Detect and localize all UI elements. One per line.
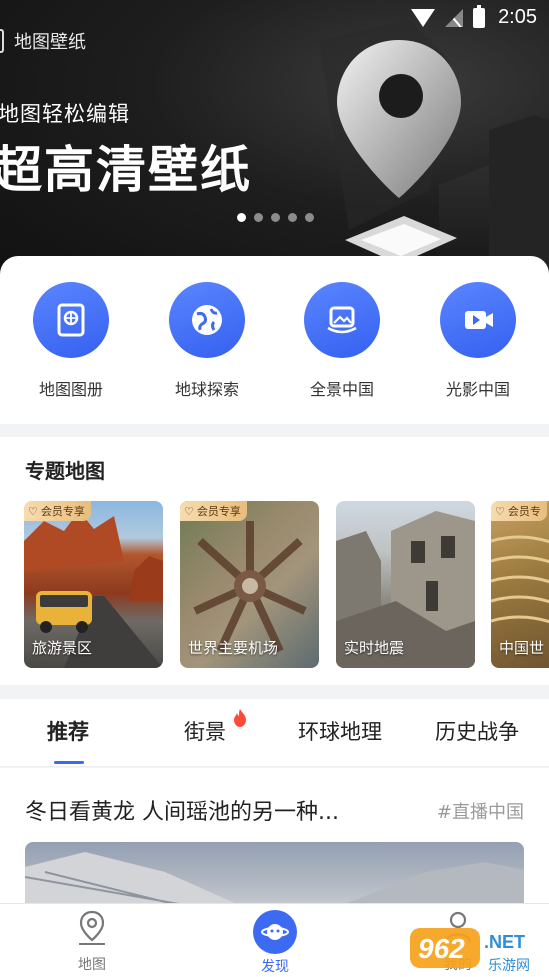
vip-badge: ♡ 会员专享: [24, 501, 91, 521]
quick-entry-grid: 地图图册 地球探索 全景中国 光影中国: [0, 256, 549, 424]
topic-card-realtime-earthquake[interactable]: 实时地震: [336, 501, 475, 668]
tab-recommend[interactable]: 推荐: [47, 716, 89, 746]
carousel-dot[interactable]: [305, 213, 314, 222]
topic-card-china-world[interactable]: ♡ 会员专 中国世: [491, 501, 549, 668]
card-label: 实时地震: [344, 639, 405, 657]
topic-maps-section: 专题地图 ♡ 会员专享 旅游景区 ♡ 会员专享 世界主要机场 实时地震 ♡ 会员…: [0, 437, 549, 685]
nav-map[interactable]: 地图: [52, 908, 132, 974]
feed-cover-image[interactable]: [25, 842, 524, 912]
feed-tag[interactable]: #直播中国: [437, 798, 524, 824]
card-label: 中国世: [499, 639, 545, 657]
topic-card-world-airports[interactable]: ♡ 会员专享 世界主要机场: [180, 501, 319, 668]
carousel-dots[interactable]: [237, 213, 314, 222]
category-tabs: 推荐 街景 环球地理 历史战争: [0, 699, 549, 767]
quick-entry-label: 地图图册: [38, 380, 103, 399]
hot-flame-icon: [234, 709, 246, 727]
tab-street-view[interactable]: 街景: [184, 716, 226, 746]
diamond-icon: ♡: [495, 504, 505, 518]
card-label: 世界主要机场: [188, 639, 279, 657]
quick-entry-panorama-china[interactable]: 全景中国: [292, 282, 392, 400]
discover-planet-icon: [253, 910, 297, 954]
carousel-dot[interactable]: [254, 213, 263, 222]
topic-card-carousel[interactable]: ♡ 会员专享 旅游景区 ♡ 会员专享 世界主要机场 实时地震 ♡ 会员专 中国世: [24, 501, 549, 669]
tab-history-war[interactable]: 历史战争: [435, 716, 519, 746]
carousel-dot[interactable]: [237, 213, 246, 222]
album-icon: [33, 282, 109, 358]
panorama-icon: [304, 282, 380, 358]
topic-card-tourist-scenic[interactable]: ♡ 会员专享 旅游景区: [24, 501, 163, 668]
brand-name: 地图壁纸: [14, 32, 86, 53]
carousel-dot[interactable]: [288, 213, 297, 222]
feed-item[interactable]: 冬日看黄龙 人间瑶池的另一种... #直播中国: [0, 768, 549, 912]
globe-icon: [169, 282, 245, 358]
banner-subtitle: 地图轻松编辑: [0, 102, 130, 126]
tab-global-geography[interactable]: 环球地理: [298, 716, 382, 746]
nav-discover[interactable]: 发现: [235, 908, 315, 976]
svg-text:乐游网: 乐游网: [488, 958, 530, 974]
nav-label: 发现: [261, 959, 289, 975]
brand-logo-icon: [0, 29, 4, 53]
active-tab-indicator: [54, 761, 84, 764]
quick-entry-map-album[interactable]: 地图图册: [21, 282, 121, 400]
banner-title: 超高清壁纸: [0, 141, 252, 199]
svg-text:.NET: .NET: [484, 932, 525, 952]
diamond-icon: ♡: [28, 504, 38, 518]
quick-entry-label: 地球探索: [174, 380, 239, 399]
vip-badge: ♡ 会员专享: [180, 501, 247, 521]
svg-text:962: 962: [418, 933, 465, 964]
video-icon: [440, 282, 516, 358]
app-brand: 地图壁纸: [0, 28, 86, 54]
map-pin-icon: [79, 910, 105, 945]
quick-entry-earth-explore[interactable]: 地球探索: [157, 282, 257, 400]
vip-badge: ♡ 会员专: [491, 501, 547, 521]
carousel-dot[interactable]: [271, 213, 280, 222]
section-title: 专题地图: [25, 459, 105, 483]
hero-banner[interactable]: 2:05 地图壁纸 地图轻松编辑 超高清壁纸: [0, 0, 549, 280]
quick-entry-label: 光影中国: [445, 380, 510, 399]
quick-entry-label: 全景中国: [309, 380, 374, 399]
mountain-photo: [25, 852, 524, 912]
feed-title[interactable]: 冬日看黄龙 人间瑶池的另一种...: [25, 794, 339, 826]
location-pin-illustration: [319, 20, 549, 280]
site-watermark-logo: 962 .NET 乐游网: [410, 928, 530, 974]
diamond-icon: ♡: [184, 504, 194, 518]
card-label: 旅游景区: [32, 639, 93, 657]
quick-entry-light-shadow-china[interactable]: 光影中国: [428, 282, 528, 400]
nav-label: 地图: [78, 957, 106, 973]
